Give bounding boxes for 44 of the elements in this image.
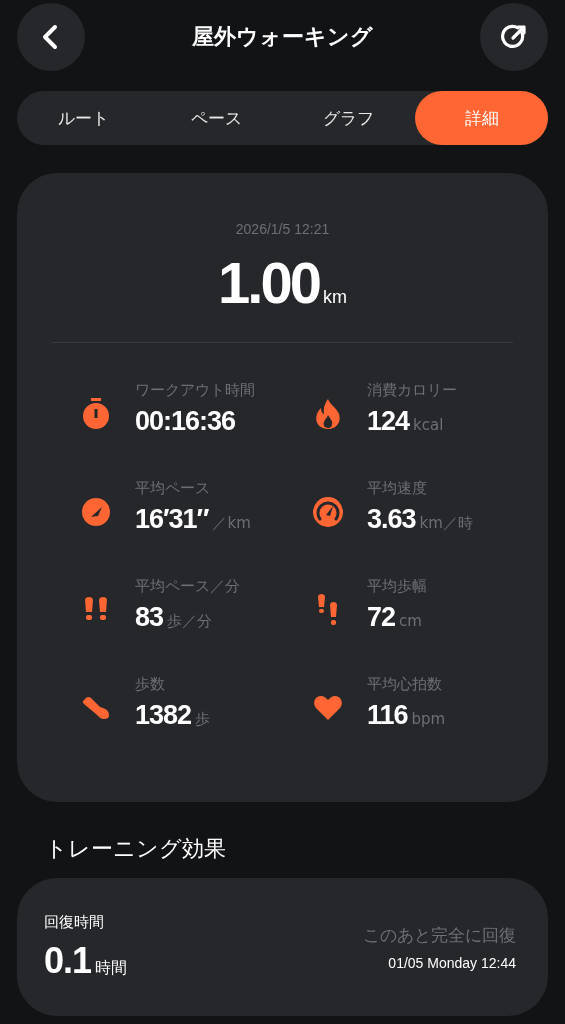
- metric-value: 1382: [135, 700, 192, 731]
- metric-unit: 歩／分: [167, 612, 213, 631]
- metric-label: 平均歩幅: [367, 577, 427, 596]
- tab[interactable]: ルート: [17, 91, 150, 145]
- share-icon: [500, 23, 528, 51]
- metric-unit: ／km: [212, 514, 251, 533]
- metric-value: 00:16:36: [135, 406, 236, 437]
- recovery-time: 01/05 Monday 12:44: [387, 954, 516, 971]
- speedometer-icon: [313, 497, 343, 527]
- metric-label: 平均ペース: [135, 479, 211, 498]
- section-title: トレーニング効果: [45, 835, 227, 863]
- tab[interactable]: ペース: [149, 91, 283, 145]
- metric-value: 116: [367, 700, 408, 731]
- metric-label: 平均ペース／分: [135, 577, 240, 596]
- metric-unit: 歩: [195, 710, 211, 729]
- metric-unit: bpm: [411, 710, 446, 728]
- metric-label: 平均速度: [367, 479, 428, 498]
- distance-unit: km: [322, 287, 347, 308]
- screen-title: 屋外ウォーキング: [192, 23, 373, 51]
- heart-icon: [314, 696, 342, 720]
- tab[interactable]: グラフ: [282, 91, 416, 145]
- metric-value: 3.63: [367, 504, 416, 535]
- recovery-value: 0.1: [44, 939, 92, 982]
- metric-value: 16′31″: [135, 504, 209, 535]
- metric-label: 歩数: [135, 675, 166, 694]
- recovery-note: このあと完全に回復: [363, 923, 516, 947]
- metric-value: 124: [367, 406, 410, 437]
- metric-value: 72: [367, 602, 396, 633]
- metric-value: 83: [135, 602, 164, 633]
- flame-icon: [315, 399, 341, 429]
- metric-label: 平均心拍数: [367, 675, 443, 694]
- distance-value: 1.00: [218, 249, 319, 316]
- stopwatch-icon: [81, 398, 111, 430]
- metric-label: ワークアウト時間: [135, 381, 255, 400]
- metric-unit: kcal: [413, 416, 444, 434]
- workout-datetime: 2026/1/5 12:21: [235, 221, 330, 237]
- gauge-icon: [82, 498, 110, 526]
- metric-label: 消費カロリー: [367, 381, 457, 400]
- metric-unit: cm: [399, 612, 422, 630]
- metric-unit: km／時: [419, 514, 473, 533]
- recovery-label: 回復時間: [44, 912, 105, 932]
- footprints-icon: [317, 594, 339, 626]
- shoe-icon: [82, 696, 110, 720]
- recovery-unit: 時間: [95, 957, 128, 979]
